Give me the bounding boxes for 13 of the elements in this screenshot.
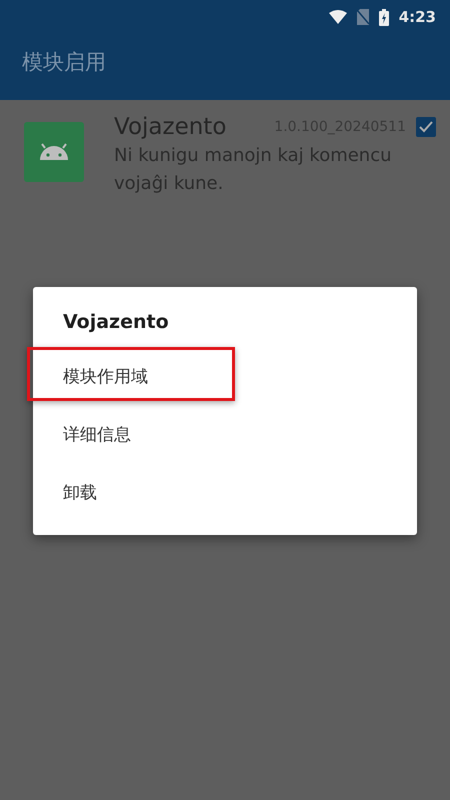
android-app-icon bbox=[24, 122, 84, 182]
menu-item[interactable]: 详细信息 bbox=[63, 422, 131, 446]
check-icon bbox=[419, 121, 433, 133]
battery-charging-icon bbox=[378, 8, 389, 26]
wifi-icon bbox=[328, 10, 347, 24]
app-bar-title: 模块启用 bbox=[22, 49, 107, 76]
no-sim-icon bbox=[356, 9, 369, 25]
module-checkbox[interactable] bbox=[416, 117, 436, 137]
module-name: Vojazento bbox=[114, 114, 228, 140]
menu-item[interactable]: 卸载 bbox=[63, 480, 97, 504]
menu-item[interactable]: 模块作用域 bbox=[63, 364, 148, 388]
status-time: 4:23 bbox=[398, 8, 436, 26]
dialog-title: Vojazento bbox=[63, 311, 170, 333]
